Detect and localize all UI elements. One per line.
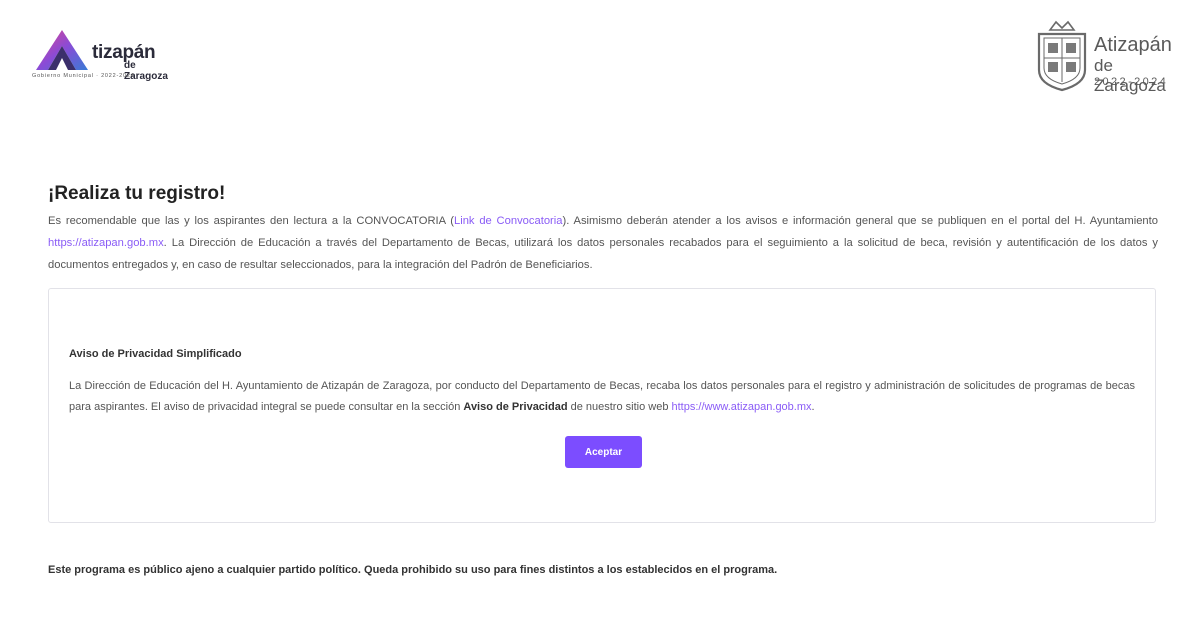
logo-left-line3: Gobierno Municipal · 2022-2024	[32, 73, 135, 79]
ayuntamiento-link[interactable]: https://atizapan.gob.mx	[48, 237, 164, 249]
privacy-notice-title: Aviso de Privacidad Simplificado	[69, 348, 242, 360]
intro-text-3: . La Dirección de Educación a través del…	[48, 237, 1158, 271]
header-logo-left: tizapán de Zaragoza Gobierno Municipal ·…	[32, 28, 172, 84]
header-logo-right: Atizapán de Zaragoza 2022-2024	[1036, 18, 1186, 95]
atizapan-logo-mark-icon	[36, 30, 88, 70]
convocatoria-link[interactable]: Link de Convocatoria	[454, 215, 562, 227]
footer-disclaimer: Este programa es público ajeno a cualqui…	[48, 564, 778, 576]
intro-paragraph: Es recomendable que las y los aspirantes…	[48, 210, 1158, 276]
privacy-notice-card: Aviso de Privacidad Simplificado La Dire…	[48, 288, 1156, 523]
privacy-notice-text: La Dirección de Educación del H. Ayuntam…	[69, 376, 1135, 418]
privacy-bold-text: Aviso de Privacidad	[463, 401, 568, 413]
intro-text-2: ). Asimismo deberán atender a los avisos…	[562, 215, 1158, 227]
privacy-text-3: .	[811, 401, 815, 413]
logo-right-line3: 2022-2024	[1094, 76, 1169, 88]
coat-of-arms-icon	[1037, 20, 1087, 92]
page-title: ¡Realiza tu registro!	[48, 183, 226, 204]
intro-text-1: Es recomendable que las y los aspirantes…	[48, 215, 454, 227]
atizapan-website-link[interactable]: https://www.atizapan.gob.mx	[672, 401, 812, 413]
accept-button[interactable]: Aceptar	[565, 436, 642, 468]
privacy-text-2: de nuestro sitio web	[567, 401, 672, 413]
logo-right-line1: Atizapán	[1094, 34, 1172, 56]
